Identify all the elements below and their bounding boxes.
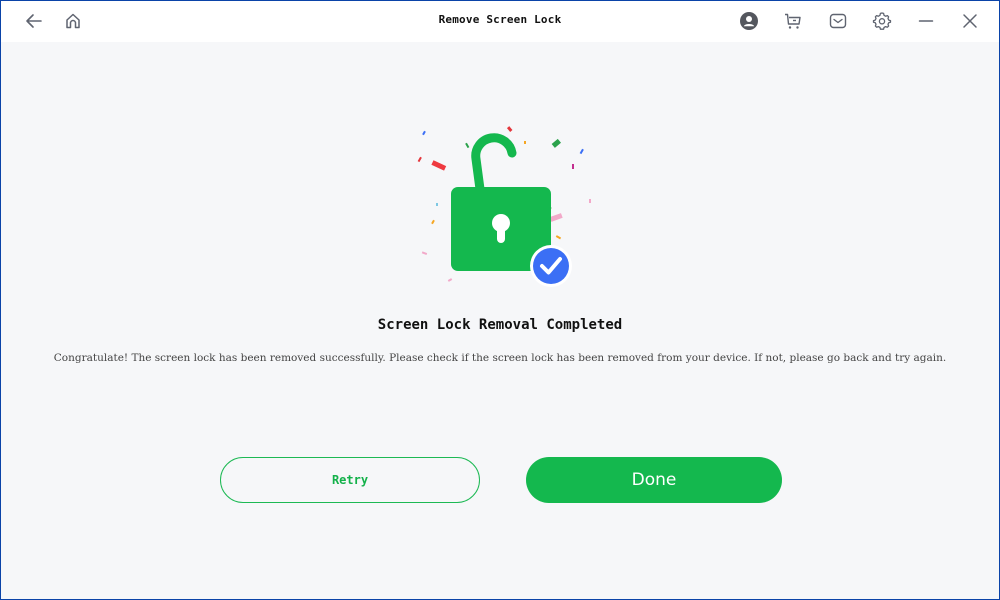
minimize-button[interactable] [915, 10, 937, 32]
account-icon [740, 12, 758, 30]
padlock-shackle [471, 133, 517, 194]
result-heading: Screen Lock Removal Completed [377, 317, 623, 333]
unlocked-padlock-illustration [417, 126, 591, 287]
close-button[interactable] [959, 10, 981, 32]
retry-button[interactable]: Retry [220, 457, 480, 503]
title-bar: Remove Screen Lock [1, 1, 999, 42]
mail-button[interactable] [827, 10, 849, 32]
done-button[interactable]: Done [526, 457, 782, 503]
check-badge-icon [530, 245, 572, 287]
cart-button[interactable] [782, 10, 804, 32]
result-description: Congratulate! The screen lock has been r… [53, 352, 947, 364]
mail-icon [829, 13, 847, 29]
settings-button[interactable] [871, 10, 893, 32]
app-window: Remove Screen Lock Screen Lock Removal C… [0, 0, 1000, 600]
minimize-icon [918, 20, 934, 22]
account-button[interactable] [738, 10, 760, 32]
cart-icon [785, 13, 801, 29]
close-icon [963, 14, 977, 28]
settings-icon [872, 12, 892, 30]
window-title: Remove Screen Lock [438, 13, 562, 26]
